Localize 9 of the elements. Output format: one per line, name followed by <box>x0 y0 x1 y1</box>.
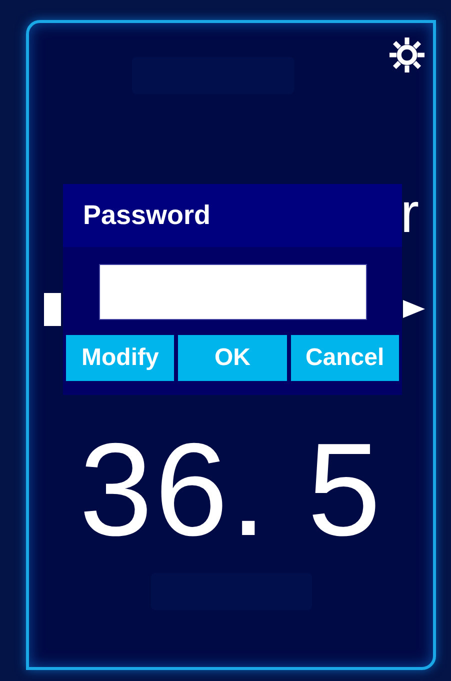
title-text: r <box>400 181 419 245</box>
dialog-button[interactable]: Modify <box>66 335 174 381</box>
dialog-title: Password <box>63 184 402 247</box>
dialog-button[interactable]: OK <box>178 335 287 381</box>
slider-handle[interactable] <box>44 292 61 326</box>
arrow-icon[interactable] <box>403 300 425 318</box>
password-field[interactable] <box>98 264 366 320</box>
dialog-button[interactable]: Cancel <box>290 335 399 381</box>
reading-value: 36. 5 <box>78 415 384 565</box>
